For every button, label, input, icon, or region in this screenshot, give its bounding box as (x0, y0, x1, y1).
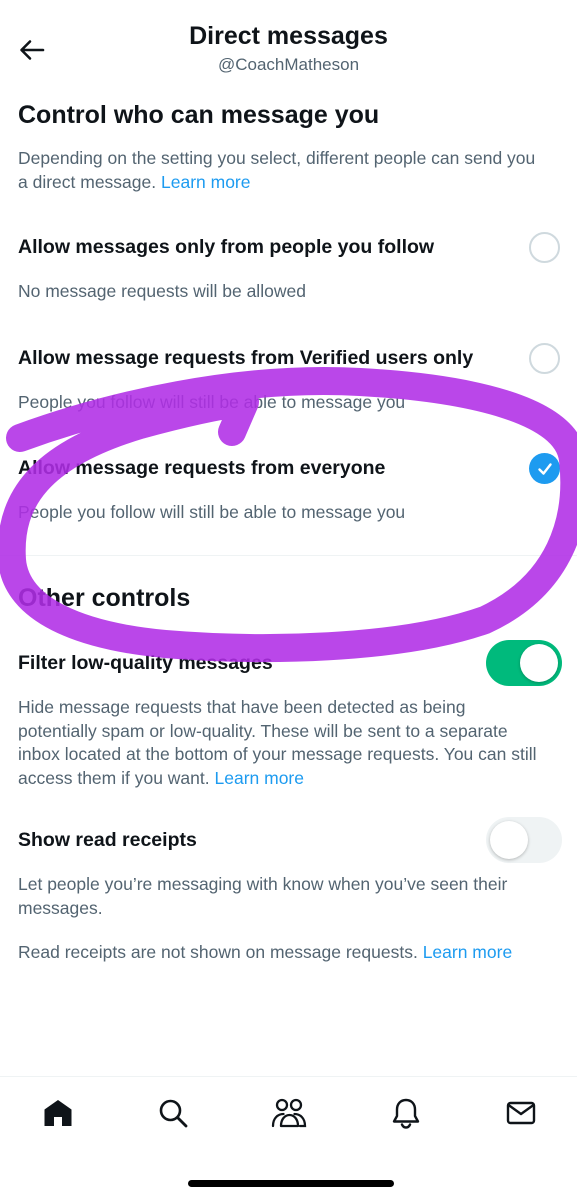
radio-verified-only[interactable] (529, 343, 560, 374)
filter-low-quality-label: Filter low-quality messages (18, 652, 273, 674)
page-title: Direct messages (189, 22, 388, 50)
communities-icon (271, 1098, 307, 1128)
tab-messages[interactable] (489, 1091, 553, 1135)
read-receipts-label: Show read receipts (18, 829, 197, 851)
read-receipts-learn-more-link[interactable]: Learn more (423, 942, 513, 962)
option-everyone-subtitle: People you follow will still be able to … (18, 502, 406, 522)
option-everyone-title: Allow message requests from everyone (18, 457, 386, 479)
other-controls-title: Other controls (18, 584, 191, 612)
tab-search[interactable] (141, 1091, 205, 1135)
read-receipts-description: Let people you’re messaging with know wh… (18, 874, 508, 918)
toggle-knob (490, 821, 528, 859)
read-receipts-note: Read receipts are not shown on message r… (18, 942, 513, 962)
section-divider (0, 555, 577, 556)
home-indicator[interactable] (188, 1180, 394, 1187)
filter-low-quality-toggle[interactable] (486, 640, 562, 686)
toggle-knob (520, 644, 558, 682)
notifications-icon (392, 1098, 420, 1129)
checkmark-icon (537, 462, 552, 475)
tab-communities[interactable] (257, 1091, 321, 1135)
tab-home[interactable] (26, 1091, 90, 1135)
control-section-title: Control who can message you (18, 101, 380, 129)
read-receipts-toggle[interactable] (486, 817, 562, 863)
option-verified-only-subtitle: People you follow will still be able to … (18, 392, 406, 412)
radio-everyone[interactable] (529, 453, 560, 484)
search-icon (159, 1099, 188, 1128)
messages-icon (506, 1101, 536, 1125)
radio-follow-only[interactable] (529, 232, 560, 263)
account-handle: @CoachMatheson (217, 55, 360, 74)
tab-notifications[interactable] (374, 1091, 438, 1135)
option-follow-only-title: Allow messages only from people you foll… (18, 236, 435, 258)
option-verified-only-title: Allow message requests from Verified use… (18, 347, 474, 369)
option-follow-only-subtitle: No message requests will be allowed (18, 281, 306, 301)
filter-learn-more-link[interactable]: Learn more (215, 768, 305, 788)
learn-more-link[interactable]: Learn more (161, 172, 251, 192)
filter-low-quality-description: Hide message requests that have been det… (18, 697, 537, 788)
top-bar: Direct messages @CoachMatheson (0, 0, 577, 90)
control-section-description: Depending on the setting you select, dif… (18, 148, 536, 192)
home-icon (44, 1100, 72, 1126)
